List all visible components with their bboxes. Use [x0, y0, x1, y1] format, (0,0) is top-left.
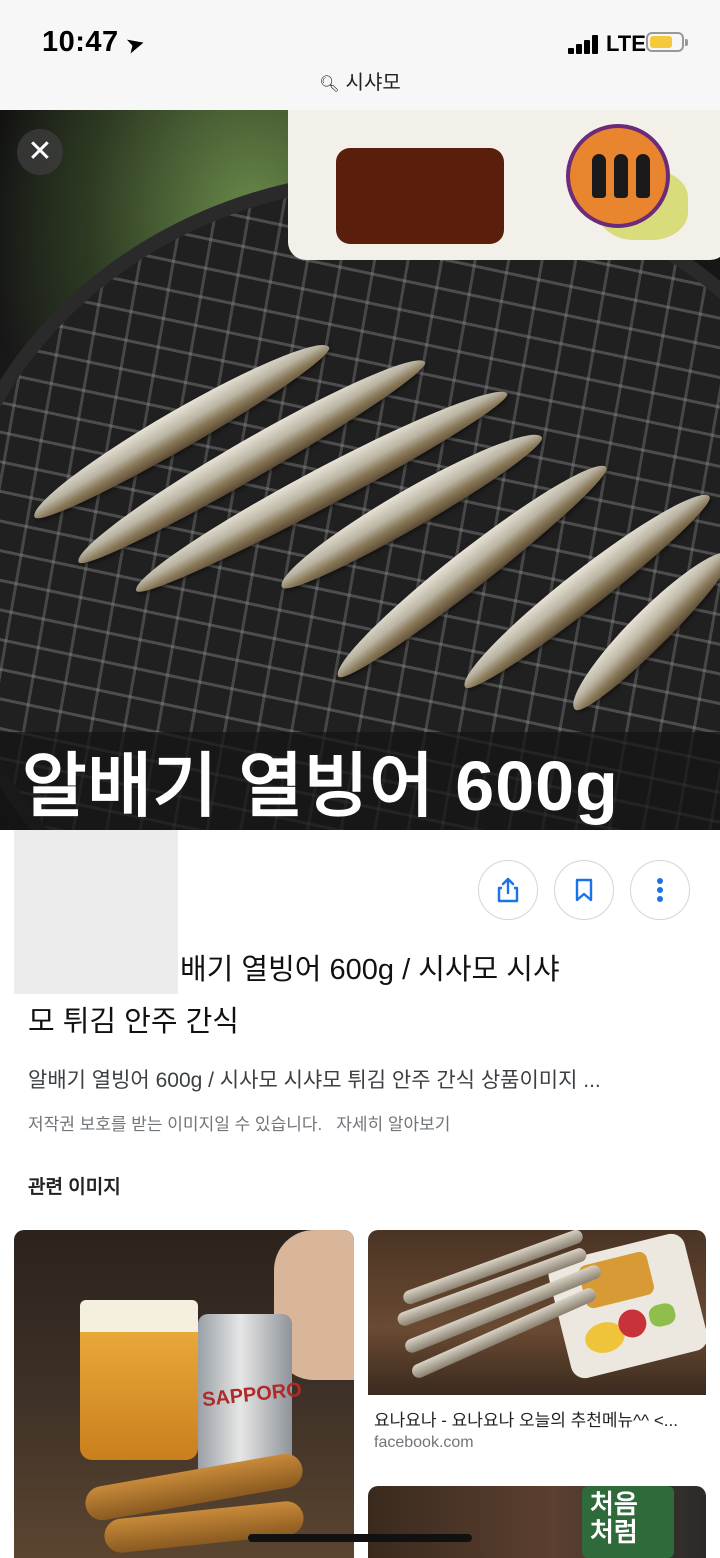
location-arrow-icon: ➤	[124, 32, 147, 58]
bookmark-icon	[575, 878, 593, 902]
bookmark-button[interactable]	[554, 860, 614, 920]
learn-more-link[interactable]: 자세히 알아보기	[336, 1115, 450, 1134]
more-options-button[interactable]	[630, 860, 690, 920]
related-images-heading: 관련 이미지	[28, 1177, 121, 1198]
hero-image[interactable]: ✕ 알배기 열빙어 600g	[0, 110, 720, 830]
result-description: 알배기 열빙어 600g / 시사모 시샤모 튀김 안주 간식 상품이미지 ..…	[28, 1069, 601, 1092]
search-query-bar[interactable]: 🔍︎ 시샤모	[0, 66, 720, 95]
more-vert-icon	[657, 878, 663, 902]
blurred-site-thumbnail	[14, 830, 178, 994]
home-indicator[interactable]	[248, 1534, 472, 1542]
close-icon: ✕	[27, 135, 53, 168]
close-button[interactable]: ✕	[17, 129, 63, 175]
status-bar: 10:47 ➤ LTE 🔍︎ 시샤모	[0, 0, 720, 110]
search-query: 시샤모	[345, 72, 401, 94]
related-image-skewered-fish[interactable]	[368, 1230, 706, 1395]
king-brand-logo	[566, 124, 670, 228]
battery-icon	[646, 32, 688, 52]
search-icon: 🔍︎	[319, 76, 340, 93]
soju-bottle: 처음 처럼	[582, 1486, 674, 1558]
beer-glass	[80, 1300, 198, 1460]
related-image-source: facebook.com	[374, 1434, 474, 1451]
hero-caption: 알배기 열빙어 600g	[22, 747, 619, 825]
clock: 10:47 ➤	[42, 26, 147, 58]
share-icon	[497, 877, 519, 903]
related-image-soju[interactable]: 처음 처럼	[368, 1486, 706, 1558]
cellular-signal-icon	[568, 34, 602, 54]
network-type: LTE	[606, 31, 646, 56]
result-title-line1[interactable]: 배기 열빙어 600g / 시사모 시샤	[180, 946, 560, 988]
copyright-notice: 저작권 보호를 받는 이미지일 수 있습니다. 자세히 알아보기	[28, 1115, 451, 1134]
result-title-line2[interactable]: 모 튀김 안주 간식	[28, 998, 239, 1040]
related-image-beer[interactable]: SAPPORO	[14, 1230, 354, 1558]
share-button[interactable]	[478, 860, 538, 920]
related-image-caption[interactable]: 요나요나 - 요나요나 오늘의 추천메뉴^^ <...	[374, 1406, 694, 1431]
